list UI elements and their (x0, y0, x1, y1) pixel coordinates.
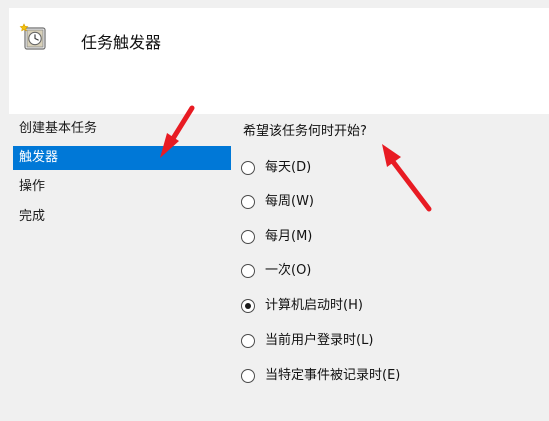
logon-label: 当前用户登录时(L) (265, 333, 374, 348)
sidebar-item-trigger[interactable]: 触发器 (13, 146, 231, 170)
sidebar-item-create-basic-task[interactable]: 创建基本任务 (13, 117, 231, 141)
once-option[interactable]: 一次(O) (241, 260, 491, 282)
wizard-steps: 创建基本任务 触发器 操作 完成 (0, 114, 231, 421)
weekly-radio[interactable] (241, 195, 255, 209)
trigger-options-panel: 希望该任务何时开始? 每天(D) 每周(W) 每月(M) 一次(O) 计算机启动… (230, 114, 549, 421)
event-logged-option[interactable]: 当特定事件被记录时(E) (241, 365, 491, 387)
startup-radio[interactable] (241, 299, 255, 313)
event-logged-radio[interactable] (241, 369, 255, 383)
weekly-option[interactable]: 每周(W) (241, 191, 491, 213)
startup-option[interactable]: 计算机启动时(H) (241, 295, 491, 317)
startup-label: 计算机启动时(H) (265, 298, 363, 313)
logon-option[interactable]: 当前用户登录时(L) (241, 330, 491, 352)
monthly-option[interactable]: 每月(M) (241, 226, 491, 248)
once-label: 一次(O) (265, 263, 312, 278)
dialog-header: 任务触发器 (9, 8, 549, 114)
once-radio[interactable] (241, 264, 255, 278)
daily-radio[interactable] (241, 161, 255, 175)
daily-option[interactable]: 每天(D) (241, 157, 491, 179)
sidebar-item-finish[interactable]: 完成 (13, 205, 231, 229)
sidebar-item-action[interactable]: 操作 (13, 175, 231, 199)
event-logged-label: 当特定事件被记录时(E) (265, 368, 401, 383)
weekly-label: 每周(W) (265, 194, 314, 209)
monthly-label: 每月(M) (265, 229, 313, 244)
dialog-title: 任务触发器 (81, 33, 162, 52)
trigger-question: 希望该任务何时开始? (243, 124, 367, 139)
scheduled-task-clock-icon (19, 20, 53, 54)
logon-radio[interactable] (241, 334, 255, 348)
monthly-radio[interactable] (241, 230, 255, 244)
daily-label: 每天(D) (265, 160, 312, 175)
task-trigger-dialog: 任务触发器 创建基本任务 触发器 操作 完成 希望该任务何时开始? 每天(D) … (0, 0, 549, 421)
